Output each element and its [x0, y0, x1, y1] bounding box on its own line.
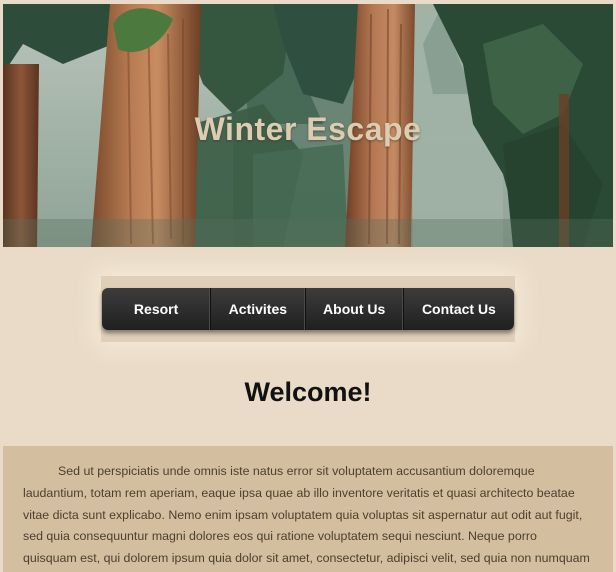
nav-item-contact-us[interactable]: Contact Us — [404, 288, 514, 330]
hero-banner: Winter Escape — [3, 4, 613, 247]
nav-item-activities[interactable]: Activites — [211, 288, 306, 330]
content-section: Sed ut perspiciatis unde omnis iste natu… — [3, 446, 613, 572]
hero-title: Winter Escape — [194, 111, 422, 147]
page: Winter Escape Resort Activites About Us … — [0, 0, 616, 572]
welcome-heading: Welcome! — [244, 377, 372, 407]
main-nav: Resort Activites About Us Contact Us — [102, 288, 514, 330]
nav-item-about-us[interactable]: About Us — [306, 288, 404, 330]
nav-item-resort[interactable]: Resort — [102, 288, 212, 330]
intro-paragraph: Sed ut perspiciatis unde omnis iste natu… — [23, 464, 590, 566]
